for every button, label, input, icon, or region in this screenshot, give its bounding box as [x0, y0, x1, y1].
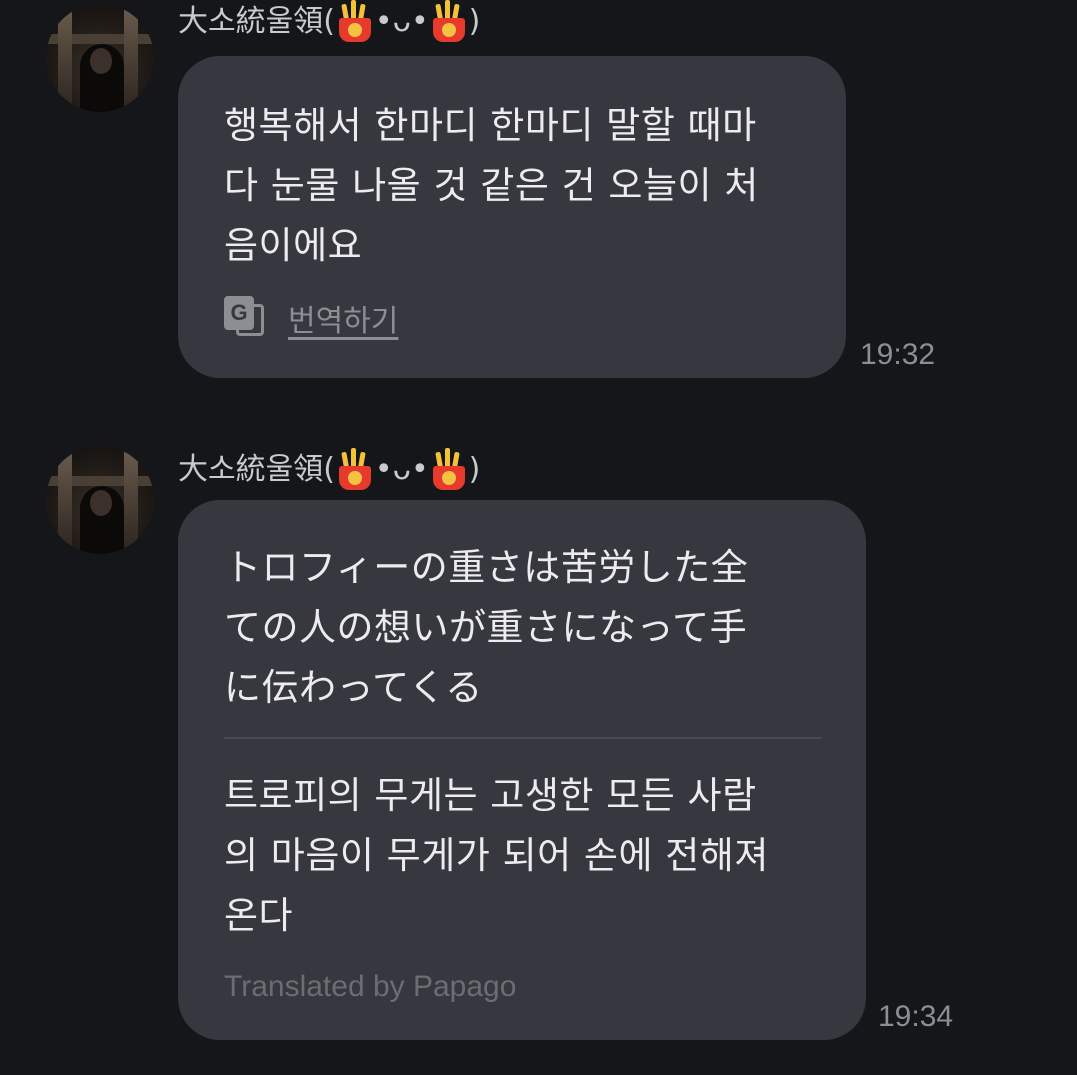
sender-name-suffix: )	[468, 452, 481, 487]
message-line: 행복해서 한마디 한마디 말할 때마	[224, 104, 757, 147]
chat-message: 大소統울領( •ᴗ• ) 행복해서 한마디 한마디 말할 때마 다 눈물 나올 …	[0, 0, 1077, 400]
original-text: トロフィーの重さは苦労した全 ての人の想いが重さになって手 に伝わってくる	[224, 538, 826, 718]
message-line: 음이에요	[224, 224, 363, 267]
chat-message: 大소統울領( •ᴗ• ) トロフィーの重さは苦労した全 ての人の想いが重さになっ…	[0, 440, 1077, 1060]
french-fries-icon	[337, 0, 373, 42]
message-timestamp: 19:32	[860, 338, 936, 371]
translated-text: 트로피의 무게는 고생한 모든 사람 의 마음이 무게가 되어 손에 전해져 온…	[224, 766, 826, 946]
translation-credit: Translated by Papago	[224, 970, 517, 1003]
sender-name-text: 大소統울領(	[178, 452, 335, 487]
french-fries-icon	[337, 448, 373, 490]
translate-row[interactable]: G 번역하기	[224, 296, 398, 340]
message-text: 행복해서 한마디 한마디 말할 때마 다 눈물 나올 것 같은 건 오늘이 처 …	[224, 96, 806, 276]
sender-face: •ᴗ•	[374, 452, 429, 487]
avatar[interactable]	[46, 446, 154, 554]
message-line: 의 마음이 무게가 되어 손에 전해져	[224, 834, 769, 877]
message-bubble[interactable]: 행복해서 한마디 한마디 말할 때마 다 눈물 나올 것 같은 건 오늘이 처 …	[178, 56, 846, 378]
sender-name: 大소統울領( •ᴗ• )	[178, 448, 481, 490]
message-bubble[interactable]: トロフィーの重さは苦労した全 ての人の想いが重さになって手 に伝わってくる 트로…	[178, 500, 866, 1040]
translate-link[interactable]: 번역하기	[288, 296, 398, 340]
french-fries-icon	[431, 448, 467, 490]
message-line: 온다	[224, 894, 294, 937]
message-line: ての人の想いが重さになって手	[224, 606, 748, 649]
translate-icon: G	[224, 296, 268, 340]
message-line: に伝わってくる	[224, 666, 483, 709]
message-line: トロフィーの重さは苦労した全	[224, 546, 749, 589]
message-timestamp: 19:34	[878, 1000, 954, 1033]
message-line: 트로피의 무게는 고생한 모든 사람	[224, 774, 757, 817]
sender-name: 大소統울領( •ᴗ• )	[178, 0, 481, 42]
sender-face: •ᴗ•	[374, 4, 429, 39]
message-line: 다 눈물 나올 것 같은 건 오늘이 처	[224, 164, 759, 207]
sender-name-text: 大소統울領(	[178, 4, 335, 39]
french-fries-icon	[431, 0, 467, 42]
sender-name-suffix: )	[468, 4, 481, 39]
translation-divider	[224, 737, 822, 739]
avatar[interactable]	[46, 4, 154, 112]
